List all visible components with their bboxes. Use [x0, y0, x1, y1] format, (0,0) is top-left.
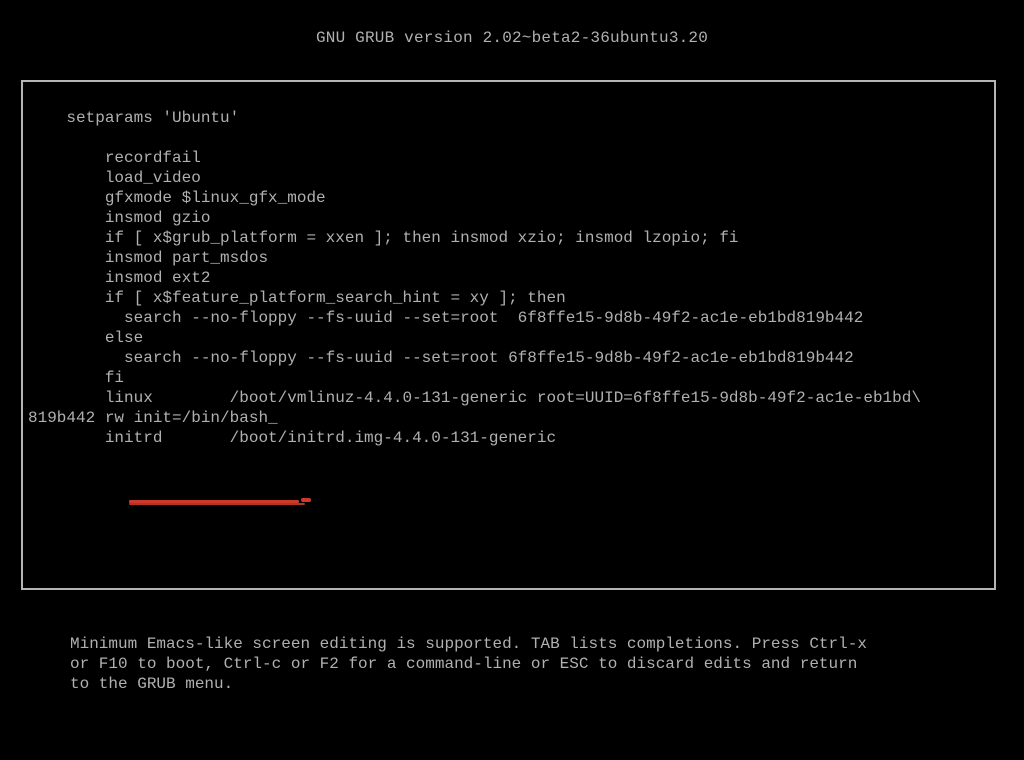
code-line[interactable]: if [ x$feature_platform_search_hint = xy…: [28, 289, 566, 307]
grub-title-text: GNU GRUB version 2.02~beta2-36ubuntu3.20: [316, 29, 708, 47]
grub-header: GNU GRUB version 2.02~beta2-36ubuntu3.20: [0, 0, 1024, 48]
highlight-underline-icon: [129, 503, 305, 505]
code-line[interactable]: gfxmode $linux_gfx_mode: [28, 189, 326, 207]
code-line[interactable]: search --no-floppy --fs-uuid --set=root …: [28, 309, 863, 327]
grub-help-text: Minimum Emacs-like screen editing is sup…: [70, 634, 968, 694]
grub-code-content[interactable]: setparams 'Ubuntu' recordfail load_video…: [28, 88, 989, 468]
code-line[interactable]: else: [28, 329, 143, 347]
code-line[interactable]: fi: [28, 369, 124, 387]
code-line[interactable]: setparams 'Ubuntu': [66, 109, 239, 127]
code-line[interactable]: insmod gzio: [28, 209, 210, 227]
code-line-edited[interactable]: 819b442 rw init=/bin/bash_: [28, 409, 278, 427]
code-line[interactable]: search --no-floppy --fs-uuid --set=root …: [28, 349, 854, 367]
code-line[interactable]: insmod ext2: [28, 269, 210, 287]
highlight-underline-icon: [301, 498, 311, 502]
code-line[interactable]: linux /boot/vmlinuz-4.4.0-131-generic ro…: [28, 389, 921, 407]
code-line[interactable]: load_video: [28, 169, 201, 187]
code-line[interactable]: initrd /boot/initrd.img-4.4.0-131-generi…: [28, 429, 556, 447]
code-line[interactable]: insmod part_msdos: [28, 249, 268, 267]
code-line[interactable]: recordfail: [28, 149, 201, 167]
code-line[interactable]: if [ x$grub_platform = xxen ]; then insm…: [28, 229, 739, 247]
grub-editor-panel[interactable]: setparams 'Ubuntu' recordfail load_video…: [21, 80, 996, 590]
